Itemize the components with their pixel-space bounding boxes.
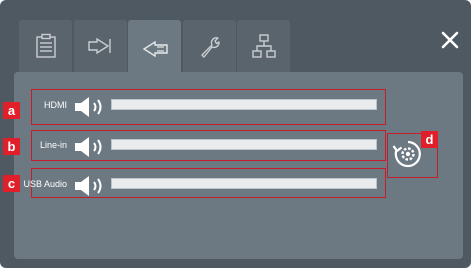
speaker-icon[interactable] [74, 174, 108, 198]
callout-a: a [3, 102, 20, 119]
hdmi-label: HDMI [44, 100, 67, 110]
output-arrow-icon [87, 37, 111, 55]
close-icon [441, 31, 459, 49]
speaker-icon[interactable] [74, 135, 108, 159]
hdmi-row: HDMI [0, 92, 385, 122]
line-in-volume-slider[interactable] [111, 139, 377, 150]
speaker-icon[interactable] [74, 95, 108, 119]
line-in-label: Line-in [39, 140, 67, 150]
tab-tools[interactable] [183, 20, 236, 72]
tab-info[interactable] [19, 20, 72, 72]
input-arrow-icon [142, 40, 168, 58]
usb-audio-label: USB Audio [23, 179, 67, 189]
callout-d: d [421, 131, 438, 148]
reset-defaults-button[interactable] [390, 136, 425, 171]
clipboard-icon [35, 33, 56, 58]
reset-gear-icon [392, 140, 421, 167]
tab-output[interactable] [74, 20, 127, 72]
network-icon [251, 34, 276, 58]
callout-b: b [3, 138, 20, 155]
tab-network[interactable] [237, 20, 290, 72]
callout-c: c [3, 175, 20, 192]
audio-settings-panel: HDMI a Line-in b USB Audio c d [0, 0, 471, 268]
tab-input[interactable] [128, 20, 181, 78]
usb-audio-row: USB Audio [0, 171, 385, 201]
hdmi-volume-slider[interactable] [111, 99, 377, 110]
close-button[interactable] [437, 27, 463, 53]
usb-audio-volume-slider[interactable] [111, 178, 377, 189]
wrench-icon [200, 37, 220, 58]
line-in-row: Line-in [0, 132, 385, 162]
